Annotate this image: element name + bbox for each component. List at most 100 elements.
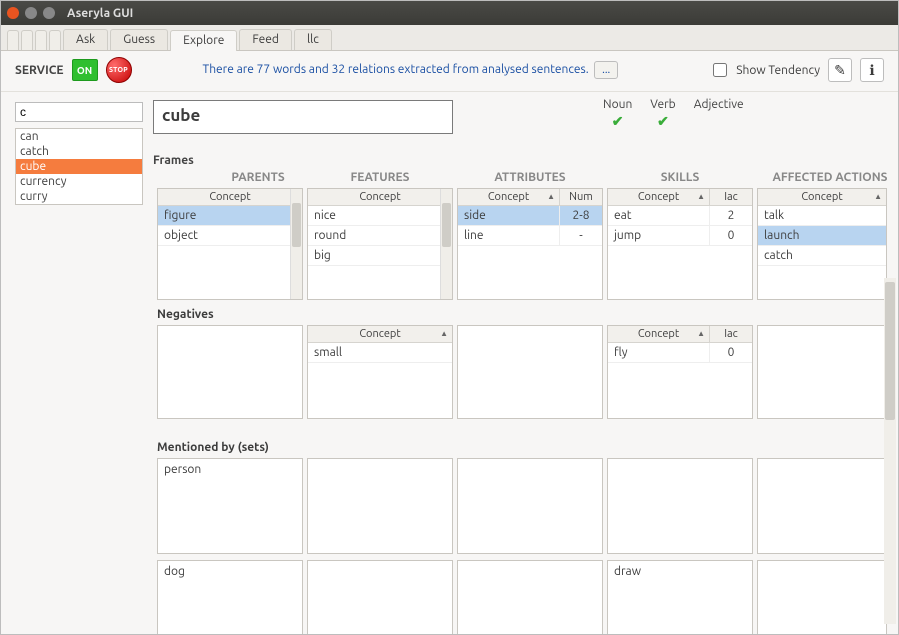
- sort-asc-icon: ▲: [440, 329, 448, 338]
- grid-header-concept[interactable]: Concept▲: [308, 326, 452, 342]
- status-more-button[interactable]: ...: [594, 61, 618, 79]
- grid-affected[interactable]: Concept▲ talk launch catch: [757, 188, 887, 300]
- tab-ask[interactable]: Ask: [63, 29, 108, 50]
- tab-llc[interactable]: llc: [294, 29, 332, 50]
- main-scrollbar[interactable]: [884, 278, 896, 624]
- headword-box: cube: [153, 100, 453, 134]
- col-skills: SKILLS: [607, 171, 753, 184]
- grid-negatives-features[interactable]: Concept▲ small: [307, 325, 453, 419]
- window-close-icon[interactable]: [7, 7, 19, 19]
- info-icon[interactable]: ℹ: [860, 58, 884, 82]
- suggestion-item[interactable]: can: [16, 129, 142, 144]
- col-features: FEATURES: [307, 171, 453, 184]
- table-row[interactable]: small: [308, 343, 452, 363]
- set-box[interactable]: [757, 458, 887, 554]
- set-box[interactable]: [457, 560, 603, 634]
- grid-header-iac[interactable]: Iac: [710, 326, 752, 342]
- window-title: Aseryla GUI: [67, 7, 133, 20]
- export-icon[interactable]: ✎: [828, 58, 852, 82]
- frames-label: Frames: [153, 154, 303, 167]
- tab-stub[interactable]: [7, 30, 19, 50]
- grid-negatives-parents[interactable]: [157, 325, 303, 419]
- suggestion-item[interactable]: curry: [16, 189, 142, 204]
- suggestion-list: can catch cube currency curry: [15, 128, 143, 205]
- grid-skills[interactable]: Concept▲ Iac eat2 jump0: [607, 188, 753, 300]
- table-row[interactable]: fly0: [608, 343, 752, 363]
- negatives-label: Negatives: [157, 308, 890, 321]
- grid-parents[interactable]: Concept▲ figure object: [157, 188, 303, 300]
- grid-header-concept[interactable]: Concept▲: [608, 326, 710, 342]
- table-row[interactable]: nice: [308, 206, 452, 226]
- toolbar: SERVICE ON STOP There are 77 words and 3…: [1, 51, 898, 92]
- scrollbar[interactable]: [440, 189, 452, 299]
- pos-adj-label: Adjective: [694, 98, 744, 111]
- table-row[interactable]: jump0: [608, 226, 752, 246]
- table-row[interactable]: round: [308, 226, 452, 246]
- pos-noun-label: Noun: [603, 98, 632, 111]
- sort-asc-icon: ▲: [874, 192, 882, 201]
- tab-guess[interactable]: Guess: [110, 29, 168, 50]
- service-on-button[interactable]: ON: [72, 59, 98, 81]
- col-parents: PARENTS: [213, 171, 303, 184]
- set-box[interactable]: [307, 560, 453, 634]
- set-box[interactable]: [457, 458, 603, 554]
- grid-header-concept[interactable]: Concept▲: [158, 189, 302, 205]
- tab-stub[interactable]: [21, 30, 33, 50]
- tab-feed[interactable]: Feed: [239, 29, 292, 50]
- set-box[interactable]: dog: [157, 560, 303, 634]
- status-text-label: There are 77 words and 32 relations extr…: [203, 63, 589, 76]
- sidebar: can catch cube currency curry: [1, 92, 147, 634]
- show-tendency-toggle[interactable]: Show Tendency: [709, 60, 820, 80]
- tab-explore[interactable]: Explore: [170, 30, 237, 51]
- grid-features[interactable]: Concept▲ nice round big: [307, 188, 453, 300]
- scrollbar[interactable]: [290, 189, 302, 299]
- pos-noun: Noun ✔: [603, 98, 632, 130]
- suggestion-item[interactable]: catch: [16, 144, 142, 159]
- sort-asc-icon: ▲: [697, 192, 705, 201]
- grid-header-concept[interactable]: Concept▲: [758, 189, 886, 205]
- table-row[interactable]: side2-8: [458, 206, 602, 226]
- grid-header-iac[interactable]: Iac: [710, 189, 752, 205]
- table-row[interactable]: figure: [158, 206, 302, 226]
- grid-negatives-skills[interactable]: Concept▲ Iac fly0: [607, 325, 753, 419]
- grid-negatives-attributes[interactable]: [457, 325, 603, 419]
- sort-asc-icon: ▲: [547, 192, 555, 201]
- window-minimize-icon[interactable]: [25, 7, 37, 19]
- service-label: SERVICE: [15, 64, 64, 77]
- show-tendency-checkbox[interactable]: [713, 63, 727, 77]
- tab-stub[interactable]: [35, 30, 47, 50]
- service-stop-button[interactable]: STOP: [106, 57, 132, 83]
- table-row[interactable]: big: [308, 246, 452, 266]
- check-icon: ✔: [603, 113, 632, 130]
- search-input[interactable]: [15, 102, 143, 122]
- col-affected: AFFECTED ACTIONS: [757, 171, 898, 184]
- table-row[interactable]: object: [158, 226, 302, 246]
- check-icon: ✔: [650, 113, 675, 130]
- table-row[interactable]: eat2: [608, 206, 752, 226]
- set-box[interactable]: [757, 560, 887, 634]
- stop-icon: STOP: [109, 66, 128, 74]
- suggestion-item[interactable]: currency: [16, 174, 142, 189]
- set-box[interactable]: [607, 458, 753, 554]
- sets-label: Mentioned by (sets): [157, 441, 890, 454]
- table-row[interactable]: talk: [758, 206, 886, 226]
- window-maximize-icon[interactable]: [43, 7, 55, 19]
- suggestion-item[interactable]: cube: [16, 159, 142, 174]
- grid-header-num[interactable]: Num: [560, 189, 602, 205]
- set-box[interactable]: [307, 458, 453, 554]
- pos-verb: Verb ✔: [650, 98, 675, 130]
- table-row[interactable]: launch: [758, 226, 886, 246]
- show-tendency-label: Show Tendency: [736, 64, 820, 77]
- status-text: There are 77 words and 32 relations extr…: [140, 61, 682, 79]
- titlebar: Aseryla GUI: [1, 1, 898, 25]
- table-row[interactable]: line-: [458, 226, 602, 246]
- grid-attributes[interactable]: Concept▲ Num side2-8 line-: [457, 188, 603, 300]
- grid-header-concept[interactable]: Concept▲: [608, 189, 710, 205]
- grid-header-concept[interactable]: Concept▲: [458, 189, 560, 205]
- tab-stub[interactable]: [49, 30, 61, 50]
- grid-negatives-affected[interactable]: [757, 325, 887, 419]
- table-row[interactable]: catch: [758, 246, 886, 266]
- set-box[interactable]: draw: [607, 560, 753, 634]
- set-box[interactable]: person: [157, 458, 303, 554]
- grid-header-concept[interactable]: Concept▲: [308, 189, 452, 205]
